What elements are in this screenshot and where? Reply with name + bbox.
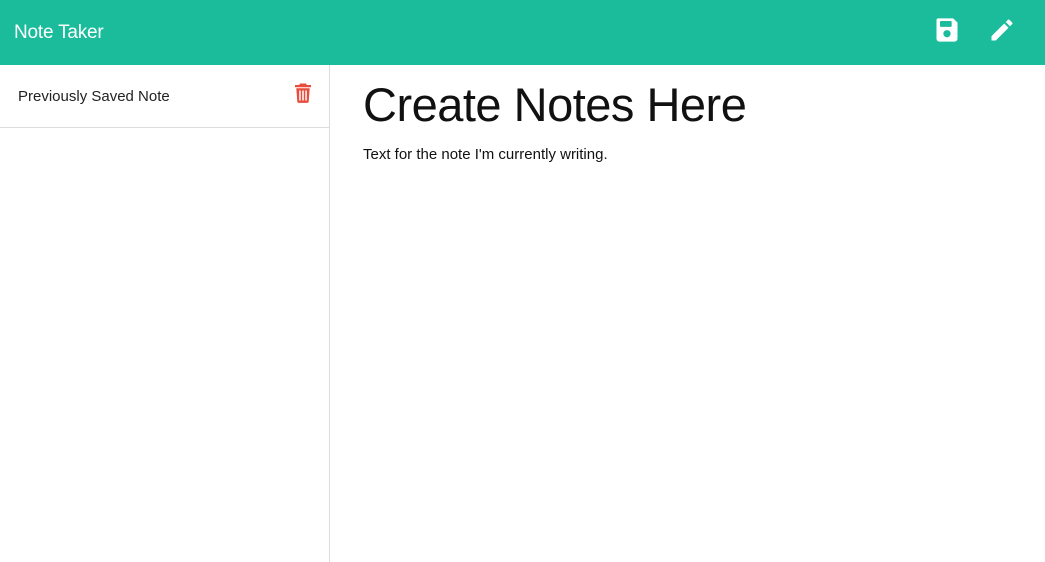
saved-note-item[interactable]: Previously Saved Note: [0, 65, 329, 128]
note-editor: Text for the note I'm currently writing.: [331, 65, 1045, 562]
navbar: Note Taker: [0, 0, 1045, 65]
save-note-button[interactable]: [933, 16, 961, 44]
note-title-input[interactable]: [363, 77, 1023, 132]
notes-sidebar: Previously Saved Note: [0, 65, 330, 562]
trash-icon: [295, 83, 311, 103]
save-icon: [936, 18, 958, 42]
app-title[interactable]: Note Taker: [14, 22, 104, 44]
pencil-icon: [991, 19, 1013, 41]
delete-note-button[interactable]: [294, 83, 312, 103]
new-note-button[interactable]: [988, 16, 1016, 44]
saved-note-title[interactable]: Previously Saved Note: [18, 88, 170, 105]
note-text-input[interactable]: Text for the note I'm currently writing.: [363, 146, 1023, 526]
